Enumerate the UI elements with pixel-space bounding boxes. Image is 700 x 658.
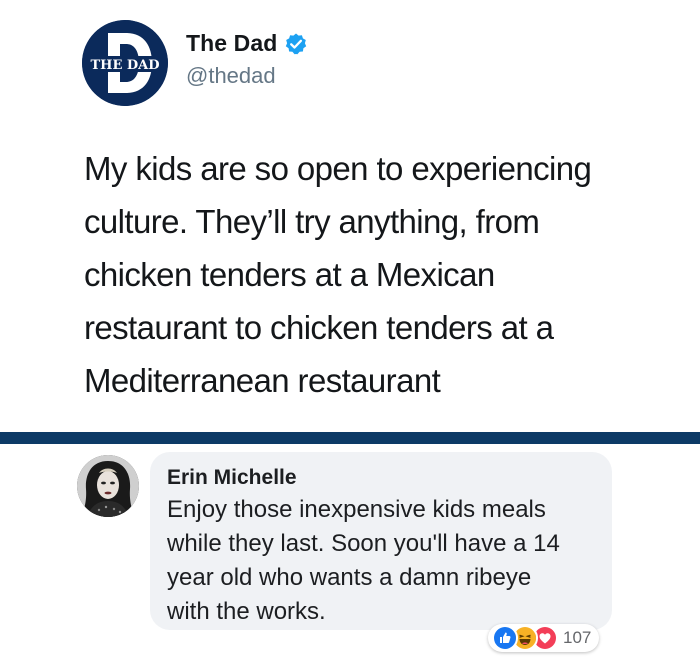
tweet-text-line: Mediterranean restaurant [84, 362, 441, 399]
tweet-text: My kids are so open to experiencing cult… [84, 142, 664, 407]
commenter-name[interactable]: Erin Michelle [167, 466, 297, 490]
display-name[interactable]: The Dad [186, 30, 277, 57]
tweet-text-line: My kids are so open to experiencing [84, 150, 592, 187]
verified-badge-icon [284, 32, 308, 56]
woman-portrait-icon [77, 455, 139, 517]
reaction-count: 107 [563, 628, 592, 647]
svg-text:THE DAD: THE DAD [90, 58, 159, 73]
tweet-text-line: culture. They’ll try anything, from [84, 203, 540, 240]
user-handle[interactable]: @thedad [186, 63, 276, 89]
comment-text-line: Enjoy those inexpensive kids meals [167, 496, 546, 523]
reactions-summary[interactable]: 107 [488, 624, 600, 652]
section-divider [0, 432, 700, 444]
comment-text-line: year old who wants a damn ribeye [167, 564, 532, 591]
comment-text-line: while they last. Soon you'll have a 14 [167, 530, 560, 557]
author-name-row: The Dad [186, 30, 308, 57]
comment-text: Enjoy those inexpensive kids meals while… [167, 493, 607, 629]
tweet-text-line: restaurant to chicken tenders at a [84, 309, 554, 346]
tweet-card: THE DAD The Dad @thedad My kids are so o… [0, 0, 700, 432]
tweet-text-line: chicken tenders at a Mexican [84, 256, 495, 293]
the-dad-avatar[interactable]: THE DAD [82, 20, 168, 106]
like-icon [492, 625, 518, 651]
the-dad-logo-icon: THE DAD [82, 20, 168, 106]
commenter-avatar[interactable] [77, 455, 139, 517]
